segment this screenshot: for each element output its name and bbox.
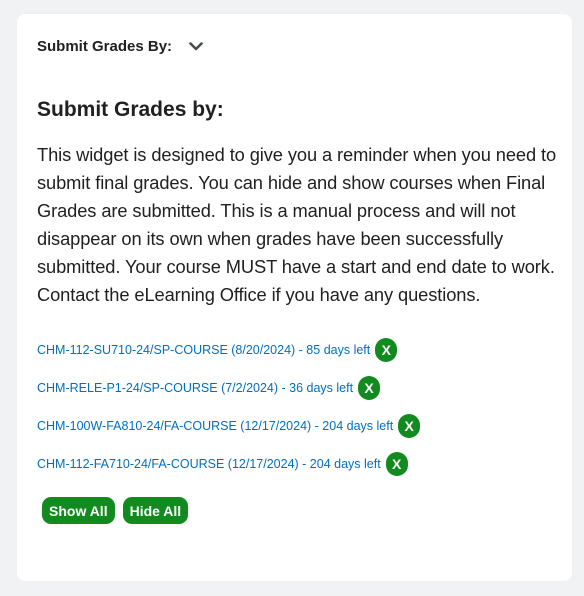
- course-link[interactable]: CHM-100W-FA810-24/FA-COURSE (12/17/2024)…: [37, 419, 393, 433]
- widget-content: Submit Grades by: This widget is designe…: [37, 96, 557, 524]
- widget-description: This widget is designed to give you a re…: [37, 144, 557, 305]
- hide-course-button[interactable]: X: [375, 338, 398, 362]
- course-row: CHM-112-FA710-24/FA-COURSE (12/17/2024) …: [37, 445, 557, 483]
- hide-course-button[interactable]: X: [385, 452, 408, 476]
- widget-title: Submit Grades By:: [37, 38, 173, 55]
- course-link[interactable]: CHM-112-SU710-24/SP-COURSE (8/20/2024) -…: [37, 343, 370, 357]
- course-row: CHM-100W-FA810-24/FA-COURSE (12/17/2024)…: [37, 407, 557, 445]
- hide-all-button[interactable]: Hide All: [122, 497, 189, 524]
- content-heading: Submit Grades by:: [37, 98, 224, 121]
- hide-course-button[interactable]: X: [358, 376, 381, 400]
- widget-header: Submit Grades By:: [37, 38, 204, 55]
- action-buttons: Show All Hide All: [37, 497, 557, 524]
- submit-grades-widget: Submit Grades By: Submit Grades by: This…: [17, 14, 572, 581]
- course-link[interactable]: CHM-112-FA710-24/FA-COURSE (12/17/2024) …: [37, 457, 381, 471]
- hide-course-button[interactable]: X: [398, 414, 421, 438]
- chevron-down-icon[interactable]: [188, 39, 204, 55]
- course-row: CHM-RELE-P1-24/SP-COURSE (7/2/2024) - 36…: [37, 369, 557, 407]
- course-list: CHM-112-SU710-24/SP-COURSE (8/20/2024) -…: [37, 331, 557, 483]
- show-all-button[interactable]: Show All: [42, 497, 115, 524]
- course-row: CHM-112-SU710-24/SP-COURSE (8/20/2024) -…: [37, 331, 557, 369]
- course-link[interactable]: CHM-RELE-P1-24/SP-COURSE (7/2/2024) - 36…: [37, 381, 353, 395]
